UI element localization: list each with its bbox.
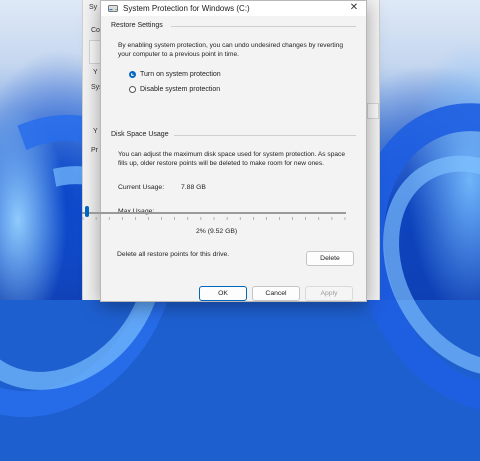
radio-label: Turn on system protection xyxy=(140,70,221,78)
title-bar: System Protection for Windows (C:) ✕ xyxy=(101,1,366,16)
radio-label: Disable system protection xyxy=(140,85,221,93)
radio-unselected-indicator xyxy=(129,85,136,93)
delete-restore-points-text: Delete all restore points for this drive… xyxy=(117,251,230,258)
dialog-title: System Protection for Windows (C:) xyxy=(123,4,250,13)
drive-icon xyxy=(108,5,118,12)
radio-selected-indicator xyxy=(129,70,136,78)
bg-text-fragment: Pr xyxy=(91,147,98,154)
bg-text-fragment: Y xyxy=(93,128,98,135)
bg-button-edge xyxy=(367,103,379,119)
current-usage-value: 7.88 GB xyxy=(181,184,206,191)
group-divider xyxy=(171,26,356,27)
max-usage-caption: 2% (9.52 GB) xyxy=(196,228,238,235)
bg-title-fragment: Sy xyxy=(89,4,98,11)
group-divider xyxy=(174,135,356,136)
current-usage-label: Current Usage: xyxy=(118,184,165,191)
disk-space-description: You can adjust the maximum disk space us… xyxy=(118,151,345,167)
ok-button[interactable]: OK xyxy=(199,286,247,301)
radio-turn-on-protection[interactable]: Turn on system protection xyxy=(129,69,221,79)
radio-disable-protection[interactable]: Disable system protection xyxy=(129,84,220,94)
slider-ticks xyxy=(82,217,346,220)
disk-space-heading: Disk Space Usage xyxy=(111,131,169,138)
max-usage-slider-thumb[interactable] xyxy=(85,206,90,217)
bg-text-fragment: Y xyxy=(93,69,98,76)
close-button[interactable]: ✕ xyxy=(348,2,360,14)
cancel-button[interactable]: Cancel xyxy=(252,286,300,301)
max-usage-slider-track[interactable] xyxy=(82,212,346,214)
apply-button[interactable]: Apply xyxy=(305,286,353,301)
restore-settings-description: By enabling system protection, you can u… xyxy=(118,42,344,58)
delete-button[interactable]: Delete xyxy=(306,251,354,266)
restore-settings-heading: Restore Settings xyxy=(111,22,163,29)
